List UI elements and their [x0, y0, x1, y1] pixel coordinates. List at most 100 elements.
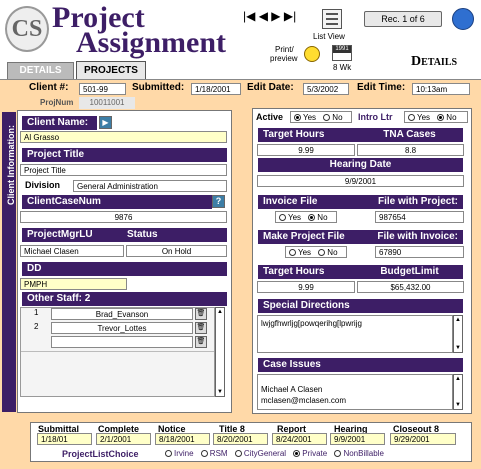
- active-radio-group[interactable]: Yes No: [290, 111, 352, 123]
- client-case-field[interactable]: 9876: [20, 211, 227, 223]
- choice-rsm-radio[interactable]: [200, 450, 208, 458]
- prev-record-icon[interactable]: ◀: [259, 9, 268, 23]
- file-with-invoice-label: File with Invoice:: [356, 230, 463, 244]
- staff-row-name[interactable]: Brad_Evanson: [51, 308, 193, 320]
- case-issues-field[interactable]: Michael A Clasen mclasen@mclasen.com: [257, 374, 453, 410]
- status-field[interactable]: On Hold: [126, 245, 227, 257]
- case-issues-scrollbar[interactable]: ▲ ▼: [453, 374, 463, 410]
- invoice-yes-radio[interactable]: [279, 214, 286, 222]
- choice-citygeneral-radio[interactable]: [234, 450, 242, 458]
- scroll-down-arrow-icon[interactable]: ▼: [216, 388, 224, 396]
- choice-irvine-radio[interactable]: [165, 450, 172, 458]
- choice-nonbillable-radio[interactable]: [334, 450, 342, 458]
- invoice-file-radio-group[interactable]: Yes No: [275, 211, 337, 223]
- file-with-project-field[interactable]: 987654: [375, 211, 464, 223]
- footer-date-field-submittal[interactable]: 1/18/01: [37, 433, 92, 445]
- active-no-label: No: [332, 113, 343, 122]
- file-with-project-label: File with Project:: [356, 195, 463, 209]
- project-list-choice-group[interactable]: Irvine RSM CityGeneral Private NonBillab…: [165, 448, 455, 460]
- footer-date-field-report[interactable]: 8/24/2001: [272, 433, 327, 445]
- target-hours-label: Target Hours: [258, 128, 356, 142]
- details-heading: Details: [411, 54, 458, 69]
- project-manager-field[interactable]: Michael Clasen: [20, 245, 124, 257]
- target-hours-2-field[interactable]: 9.99: [257, 281, 355, 293]
- logo: CS: [5, 6, 49, 52]
- intro-no-radio[interactable]: [437, 114, 445, 122]
- file-with-invoice-field[interactable]: 67890: [375, 246, 464, 258]
- staff-row-blank: [21, 351, 214, 396]
- staff-row-num: 1: [34, 308, 39, 317]
- calendar-label[interactable]: 8 Wk: [333, 63, 351, 72]
- staff-row-name[interactable]: Trevor_Lottes: [51, 322, 193, 334]
- budget-limit-field[interactable]: $65,432.00: [357, 281, 464, 293]
- staff-row-name[interactable]: [51, 336, 193, 348]
- intro-yes-label: Yes: [417, 113, 431, 122]
- trash-icon[interactable]: 🗑: [195, 336, 207, 348]
- scroll-up-arrow-icon[interactable]: ▲: [454, 316, 462, 324]
- clock-icon[interactable]: [304, 46, 320, 62]
- staff-row[interactable]: 2 Trevor_Lottes 🗑: [21, 322, 214, 335]
- trash-icon[interactable]: 🗑: [195, 322, 207, 334]
- active-no-radio[interactable]: [323, 114, 331, 122]
- footer-date-field-title8[interactable]: 8/20/2001: [213, 433, 268, 445]
- footer-date-field-closeout8[interactable]: 9/29/2001: [390, 433, 456, 445]
- print-preview-label-2[interactable]: preview: [270, 54, 298, 63]
- client-num-label: Client #:: [29, 82, 69, 93]
- staff-row-num: 2: [34, 322, 39, 331]
- footer-date-field-complete[interactable]: 2/1/2001: [96, 433, 151, 445]
- edit-time-field[interactable]: 10:13am: [412, 83, 470, 95]
- choice-private-radio[interactable]: [293, 450, 301, 458]
- intro-ltr-radio-group[interactable]: Yes No: [404, 111, 468, 123]
- scroll-up-arrow-icon[interactable]: ▲: [216, 308, 224, 316]
- make-project-radio-group[interactable]: Yes No: [285, 246, 347, 258]
- project-title-field[interactable]: Project Title: [20, 164, 227, 176]
- other-staff-label: Other Staff: 2: [22, 292, 227, 306]
- dd-field[interactable]: PMPH: [20, 278, 127, 290]
- first-record-icon[interactable]: |◀: [243, 9, 255, 23]
- next-record-icon[interactable]: ▶: [271, 9, 280, 23]
- footer-date-field-notice[interactable]: 8/18/2001: [155, 433, 210, 445]
- invoice-yes-label: Yes: [288, 213, 302, 222]
- active-yes-radio[interactable]: [294, 114, 301, 122]
- tab-projects[interactable]: Projects: [76, 61, 146, 79]
- scroll-down-arrow-icon[interactable]: ▼: [454, 344, 462, 352]
- edit-date-field[interactable]: 5/3/2002: [303, 83, 349, 95]
- client-num-field[interactable]: 501-99: [79, 83, 126, 95]
- make-project-file-label: Make Project File: [258, 230, 356, 244]
- trash-icon[interactable]: 🗑: [195, 308, 207, 320]
- hearing-date-field[interactable]: 9/9/2001: [257, 175, 464, 187]
- division-field[interactable]: General Administration: [73, 180, 227, 192]
- help-button[interactable]: ?: [212, 195, 225, 208]
- footer-date-field-hearing[interactable]: 9/9/2001: [330, 433, 385, 445]
- intro-yes-radio[interactable]: [408, 114, 415, 122]
- special-directions-scrollbar[interactable]: ▲ ▼: [453, 315, 463, 353]
- last-record-icon[interactable]: ▶|: [284, 9, 296, 23]
- invoice-no-radio[interactable]: [308, 214, 316, 222]
- special-directions-field[interactable]: lwjgfhwrljg[powqerihg[lpwrijg: [257, 315, 453, 353]
- edit-time-label: Edit Time:: [357, 82, 406, 93]
- list-view-label[interactable]: List View: [313, 32, 345, 41]
- calendar-icon[interactable]: 1991: [332, 45, 352, 61]
- tna-cases-label: TNA Cases: [356, 128, 463, 142]
- invoice-no-label: No: [317, 213, 328, 222]
- list-view-icon[interactable]: [322, 9, 342, 29]
- target-hours-field[interactable]: 9.99: [257, 144, 355, 156]
- staff-scrollbar[interactable]: ▲ ▼: [215, 307, 225, 397]
- make-no-radio[interactable]: [318, 249, 326, 257]
- tna-cases-field[interactable]: 8.8: [357, 144, 464, 156]
- record-counter: Rec. 1 of 6: [364, 11, 442, 27]
- scroll-up-arrow-icon[interactable]: ▲: [454, 375, 462, 383]
- client-name-lookup-button[interactable]: ▶: [99, 116, 112, 129]
- scroll-down-arrow-icon[interactable]: ▼: [454, 401, 462, 409]
- intro-no-label: No: [446, 113, 457, 122]
- submitted-field[interactable]: 1/18/2001: [191, 83, 241, 95]
- print-preview-label-1[interactable]: Print/: [275, 45, 294, 54]
- globe-icon[interactable]: [452, 8, 474, 30]
- calendar-year: 1991: [333, 46, 351, 53]
- staff-row[interactable]: 🗑: [21, 336, 214, 349]
- staff-row[interactable]: 1 Brad_Evanson 🗑: [21, 308, 214, 321]
- invoice-file-label: Invoice File: [258, 195, 356, 209]
- make-yes-radio[interactable]: [289, 249, 296, 257]
- tab-details[interactable]: Details: [7, 62, 74, 79]
- client-name-field[interactable]: Al Grasso: [20, 131, 227, 143]
